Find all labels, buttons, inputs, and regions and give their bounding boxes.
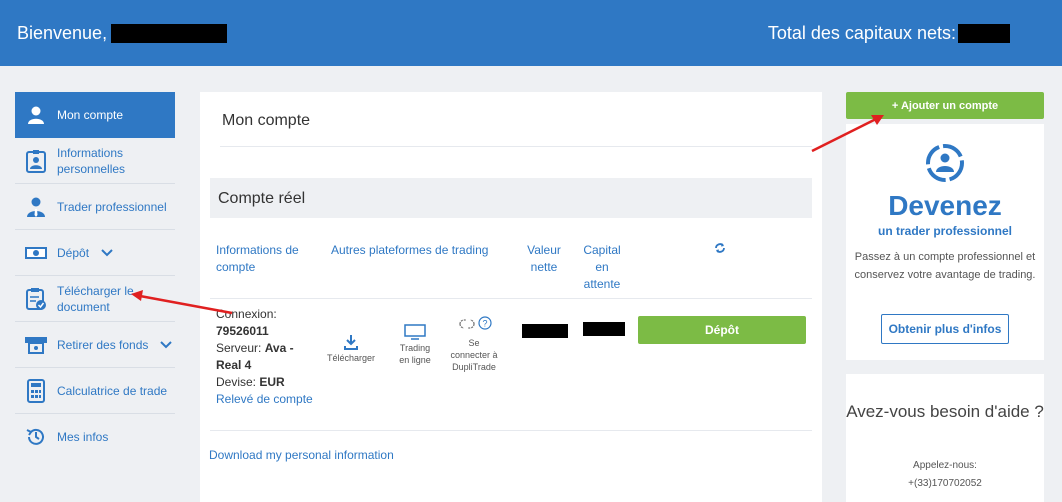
cash-icon [23,240,49,266]
redacted-total-value [958,24,1010,43]
chevron-down-icon[interactable] [101,245,113,261]
welcome-label: Bienvenue, [17,23,108,43]
sidebar-item-label: Télécharger le document [57,283,134,314]
top-bar: Bienvenue, Total des capitaux nets: [0,0,1062,66]
clipboard-check-icon [23,286,49,312]
redacted-username [111,24,228,43]
download-personal-info-link[interactable]: Download my personal information [209,448,394,462]
help-title: Avez-vous besoin d'aide ? [846,402,1044,421]
column-header-net-value: Valeur nette [527,243,561,274]
sidebar-item-label: Dépôt [57,245,90,260]
sidebar: Mon compte Informations personnelles Tra… [15,92,175,460]
sidebar-item-label: Informations personnelles [57,145,126,176]
welcome-message: Bienvenue, [17,23,228,44]
add-account-button[interactable]: + Ajouter un compte [846,92,1044,119]
download-tool[interactable]: Télécharger [326,334,376,364]
account-statement-link[interactable]: Relevé de compte [216,391,316,408]
redacted-pending-capital [583,322,625,336]
divider [220,146,812,147]
user-icon [23,102,49,128]
sidebar-item-informations-personnelles[interactable]: Informations personnelles [15,138,175,184]
help-circle-icon[interactable]: ? [478,316,492,335]
chevron-down-icon[interactable] [160,337,173,353]
currency-label: Devise: [216,375,257,389]
main-panel: Mon compte Compte réel Informations de c… [200,92,822,502]
duplitrade-tool[interactable]: ? Se connecter à DupliTrade [448,316,500,373]
monitor-icon [396,324,434,340]
svg-text:?: ? [482,319,487,329]
promo-subtitle: un trader professionnel [877,224,1013,238]
web-trading-label: Trading en ligne [399,343,431,365]
help-call-label: Appelez-nous: [913,460,977,471]
more-info-button[interactable]: Obtenir plus d'infos [881,314,1009,344]
sidebar-item-trader-professionnel[interactable]: Trader professionnel [15,184,175,230]
help-box: Avez-vous besoin d'aide ? Appelez-nous: … [846,374,1044,502]
sidebar-item-telecharger-document[interactable]: Télécharger le document [15,276,175,322]
link-icon [456,316,478,335]
column-header-account-info: Informations de compte [216,243,299,274]
promo-text: Passez à un compte professionnel et cons… [854,251,1036,281]
login-label: Connexion: [216,307,277,321]
divider [210,430,812,431]
web-trading-tool[interactable]: Trading en ligne [396,324,434,366]
column-header-platforms: Autres plateformes de trading [331,243,489,257]
refresh-icon[interactable] [714,242,726,259]
sidebar-item-depot[interactable]: Dépôt [15,230,175,276]
pro-trader-promo: Devenez un trader professionnel Passez à… [846,124,1044,360]
pro-trader-icon [924,142,966,189]
column-header-pending-capital: Capital en attente [583,243,621,291]
sidebar-item-retirer-fonds[interactable]: Retirer des fonds [15,322,175,368]
sidebar-item-calculatrice[interactable]: Calculatrice de trade [15,368,175,414]
history-icon [23,424,49,450]
calculator-icon [23,378,49,404]
download-icon [326,334,376,350]
divider [210,298,812,299]
withdraw-icon [23,332,49,358]
download-label: Télécharger [326,353,376,363]
sidebar-item-label: Retirer des fonds [57,337,149,352]
account-details: Connexion: 79526011 Serveur: Ava - Real … [216,306,316,408]
server-label: Serveur: [216,341,262,355]
deposit-button[interactable]: Dépôt [638,316,806,344]
sidebar-item-label: Trader professionnel [57,199,167,214]
sidebar-item-mes-infos[interactable]: Mes infos [15,414,175,460]
section-title: Compte réel [218,190,306,207]
total-equity: Total des capitaux nets: [768,23,1010,44]
login-value: 79526011 [216,324,269,338]
page-title: Mon compte [222,112,311,129]
redacted-net-value [522,324,568,338]
trader-icon [23,194,49,220]
help-phone-number[interactable]: +(33)170702052 [846,478,1044,489]
sidebar-item-label: Calculatrice de trade [57,383,168,398]
sidebar-item-mon-compte[interactable]: Mon compte [15,92,175,138]
total-equity-label: Total des capitaux nets: [767,23,956,43]
section-header: Compte réel [210,178,812,218]
sidebar-item-label: Mes infos [57,430,109,444]
duplitrade-label: Se connecter à DupliTrade [450,338,498,372]
currency-value: EUR [259,375,285,389]
promo-title: Devenez [888,190,1002,221]
id-card-icon [23,148,49,174]
sidebar-item-label: Mon compte [57,108,124,122]
